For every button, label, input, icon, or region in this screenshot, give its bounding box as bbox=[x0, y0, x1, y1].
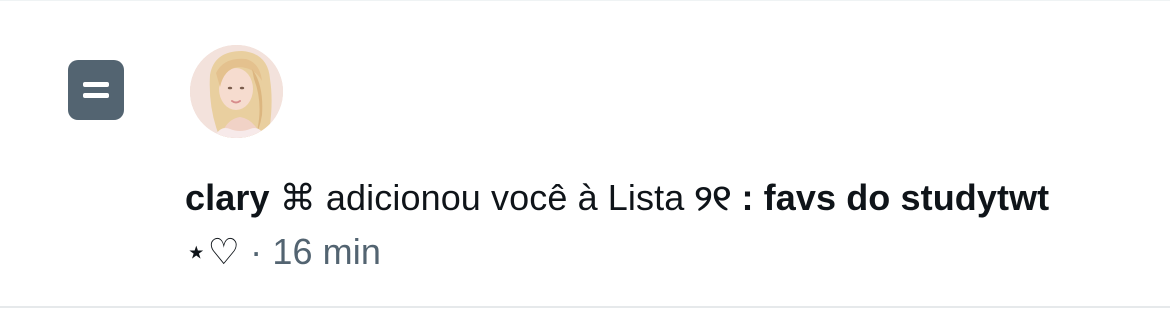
divider-bottom bbox=[0, 306, 1170, 308]
action-text: adicionou você à Lista bbox=[325, 177, 685, 218]
list-added-notification[interactable]: clary ⌘ adicionou você à Lista ୨୧ : favs… bbox=[0, 1, 1170, 306]
timestamp: 16 min bbox=[272, 231, 381, 272]
avatar[interactable] bbox=[190, 45, 283, 138]
list-icon bbox=[68, 60, 124, 120]
notification-message: clary ⌘ adicionou você à Lista ୨୧ : favs… bbox=[185, 171, 1085, 279]
list-name-suffix: ⋆♡ bbox=[185, 231, 241, 272]
list-name[interactable]: ୨୧ : favs do studytwt bbox=[694, 177, 1049, 218]
separator-dot: · bbox=[250, 231, 263, 272]
user-name[interactable]: clary bbox=[185, 177, 270, 218]
user-name-symbol: ⌘ bbox=[279, 177, 316, 218]
